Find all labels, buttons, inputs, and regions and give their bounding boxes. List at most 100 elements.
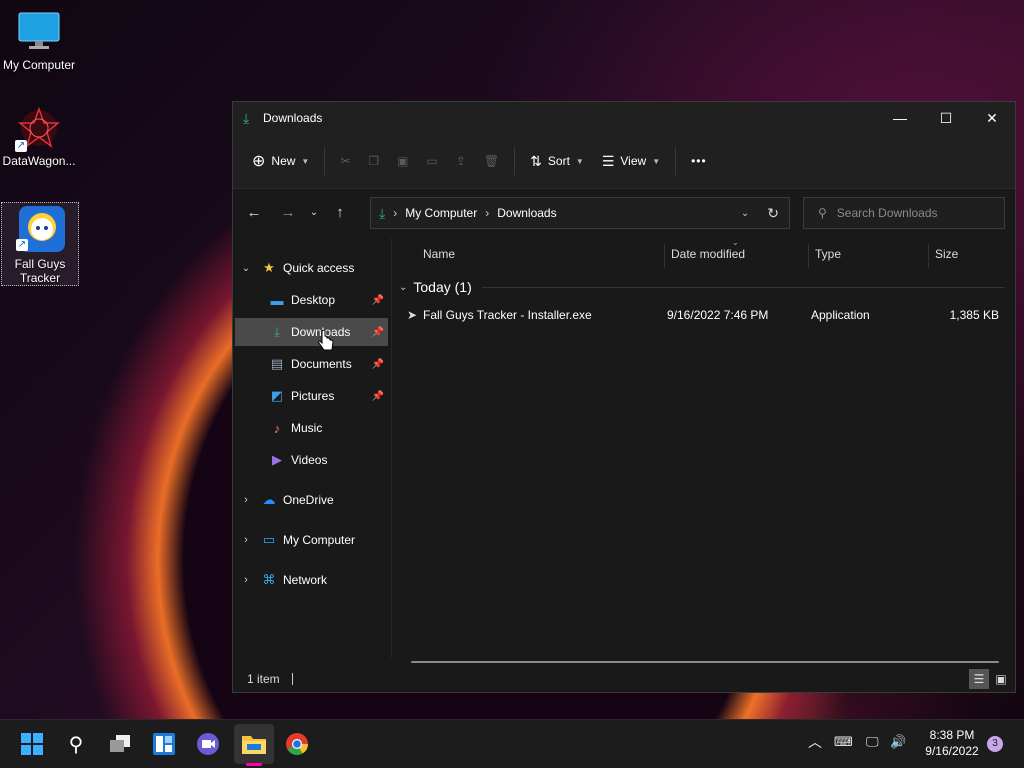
column-header-name[interactable]: Name	[423, 238, 663, 270]
column-header-date[interactable]: Date modified	[671, 238, 801, 270]
paste-button[interactable]: ▣	[388, 143, 417, 179]
sort-label: Sort	[547, 154, 570, 168]
chrome-icon	[286, 733, 308, 755]
group-header[interactable]: ⌄ Today (1)	[399, 276, 1005, 298]
recent-locations-button[interactable]: ⌄	[303, 197, 325, 227]
status-divider	[291, 673, 293, 685]
desktop-icon-label: My Computer	[2, 58, 76, 72]
keyboard-icon[interactable]: ⌨	[834, 734, 853, 750]
document-icon: ▤	[270, 356, 284, 371]
column-header-type[interactable]: Type	[815, 238, 925, 270]
sidebar-item-downloads[interactable]: ⤓ Downloads 📌	[235, 318, 388, 346]
sidebar-item-onedrive[interactable]: › ☁ OneDrive	[235, 486, 388, 514]
network-icon: ⌘	[262, 572, 276, 587]
minimize-button[interactable]: —	[877, 102, 923, 134]
sidebar-item-my-computer[interactable]: › ▭ My Computer	[235, 526, 388, 554]
widgets-button[interactable]	[150, 730, 178, 758]
rename-button[interactable]: ▭	[418, 143, 447, 179]
navigation-pane: ⌄ ★ Quick access ▬ Desktop 📌 ⤓ Downloads…	[233, 238, 391, 658]
active-app-indicator	[246, 763, 262, 766]
desktop-icon-my-computer[interactable]: My Computer	[1, 10, 77, 72]
volume-icon[interactable]: 🔊	[890, 734, 906, 750]
sidebar-item-documents[interactable]: ▤ Documents 📌	[235, 350, 388, 378]
file-explorer-window: ⤓ Downloads — ☐ ✕ ⊕ New ▼ ✂ ❐ ▣ ▭ ⇪ 🗑 ⇅ …	[232, 101, 1016, 693]
chat-button[interactable]	[194, 730, 222, 758]
column-divider[interactable]	[808, 244, 809, 268]
sidebar-item-pictures[interactable]: ◩ Pictures 📌	[235, 382, 388, 410]
chevron-down-icon: ▼	[652, 156, 661, 166]
breadcrumb-separator-icon: ›	[393, 206, 398, 220]
notification-badge[interactable]: 3	[987, 736, 1003, 752]
toolbar-divider	[675, 147, 677, 175]
sidebar-item-music[interactable]: ♪ Music	[235, 414, 388, 442]
copy-button[interactable]: ❐	[359, 143, 388, 179]
desktop-icon-datawagon[interactable]: ↗ DataWagon...	[1, 106, 77, 168]
chevron-right-icon: ›	[244, 494, 248, 506]
horizontal-scrollbar[interactable]	[411, 661, 999, 663]
more-options-button[interactable]: •••	[682, 143, 716, 179]
file-explorer-taskbar-button[interactable]	[234, 724, 274, 764]
search-button[interactable]: ⚲	[62, 730, 90, 758]
chrome-button[interactable]	[283, 730, 311, 758]
forward-button[interactable]: →	[273, 197, 303, 227]
column-label: Date modified	[671, 247, 746, 261]
delete-button[interactable]: 🗑	[475, 143, 508, 179]
show-hidden-icons-button[interactable]: ︿	[808, 732, 822, 752]
scissors-icon: ✂	[340, 154, 351, 168]
sidebar-item-label: Music	[291, 421, 323, 435]
sidebar-item-label: Desktop	[291, 293, 336, 307]
monitor-icon	[17, 10, 61, 54]
back-button[interactable]: ←	[239, 197, 269, 227]
chevron-down-icon: ⌄	[241, 262, 251, 274]
breadcrumb-downloads[interactable]: Downloads	[497, 206, 556, 220]
cut-button[interactable]: ✂	[331, 143, 359, 179]
tiles-view-button[interactable]: ▣	[991, 669, 1011, 689]
folder-icon	[242, 736, 266, 754]
search-placeholder: Search Downloads	[836, 206, 938, 220]
copy-icon: ❐	[368, 154, 380, 168]
sort-button[interactable]: ⇅ Sort ▼	[521, 143, 593, 179]
address-history-chevron-icon[interactable]: ⌄	[741, 208, 749, 219]
sidebar-item-desktop[interactable]: ▬ Desktop 📌	[235, 286, 388, 314]
share-button[interactable]: ⇪	[447, 143, 475, 179]
column-divider[interactable]	[928, 244, 929, 268]
sidebar-item-videos[interactable]: ▶ Videos	[235, 446, 388, 474]
network-status-icon[interactable]: 🖵	[866, 734, 879, 750]
start-button[interactable]	[18, 730, 46, 758]
task-view-button[interactable]	[106, 730, 134, 758]
clipboard-icon: ▣	[397, 154, 409, 168]
view-button[interactable]: ☰ View ▼	[593, 143, 669, 179]
monitor-icon: ▭	[262, 532, 276, 547]
pin-icon: 📌	[371, 390, 384, 402]
column-header-size[interactable]: Size	[935, 238, 1005, 270]
taskbar: ⚲ ︿ ⌨ 🖵 🔊 8:38 PM 9/16/2022 3	[0, 719, 1024, 768]
file-size: 1,385 KB	[949, 308, 999, 322]
close-button[interactable]: ✕	[969, 102, 1015, 134]
column-label: Size	[935, 247, 959, 261]
maximize-button[interactable]: ☐	[923, 102, 969, 134]
download-icon: ⤓	[379, 204, 386, 221]
new-button[interactable]: ⊕ New ▼	[243, 143, 318, 179]
refresh-icon[interactable]: ↻	[767, 205, 779, 222]
address-bar[interactable]: ⤓ › My Computer › Downloads ⌄ ↻	[370, 197, 790, 229]
details-view-button[interactable]: ☰	[969, 669, 989, 689]
share-icon: ⇪	[455, 154, 466, 168]
search-box[interactable]: ⚲ Search Downloads	[803, 197, 1005, 229]
column-divider[interactable]	[664, 244, 665, 268]
clock[interactable]: 8:38 PM 9/16/2022	[916, 727, 988, 759]
table-row[interactable]: ➤ Fall Guys Tracker - Installer.exe 9/16…	[407, 304, 1007, 326]
download-icon: ⤓	[274, 324, 280, 339]
desktop-icon-fall-guys-tracker[interactable]: ↗ Fall Guys Tracker	[1, 202, 79, 286]
sidebar-item-network[interactable]: › ⌘ Network	[235, 566, 388, 594]
sort-icon: ⇅	[530, 152, 542, 169]
window-title: Downloads	[263, 111, 323, 125]
picture-icon: ◩	[270, 388, 284, 403]
view-label: View	[620, 154, 647, 168]
sidebar-item-quick-access[interactable]: ⌄ ★ Quick access	[235, 254, 388, 282]
breadcrumb-separator-icon: ›	[485, 206, 490, 220]
sidebar-item-label: Videos	[291, 453, 328, 467]
breadcrumb-my-computer[interactable]: My Computer	[405, 206, 477, 220]
pane-divider[interactable]	[391, 238, 392, 658]
up-button[interactable]: ↑	[325, 197, 355, 227]
title-bar[interactable]: ⤓ Downloads — ☐ ✕	[233, 102, 1015, 134]
